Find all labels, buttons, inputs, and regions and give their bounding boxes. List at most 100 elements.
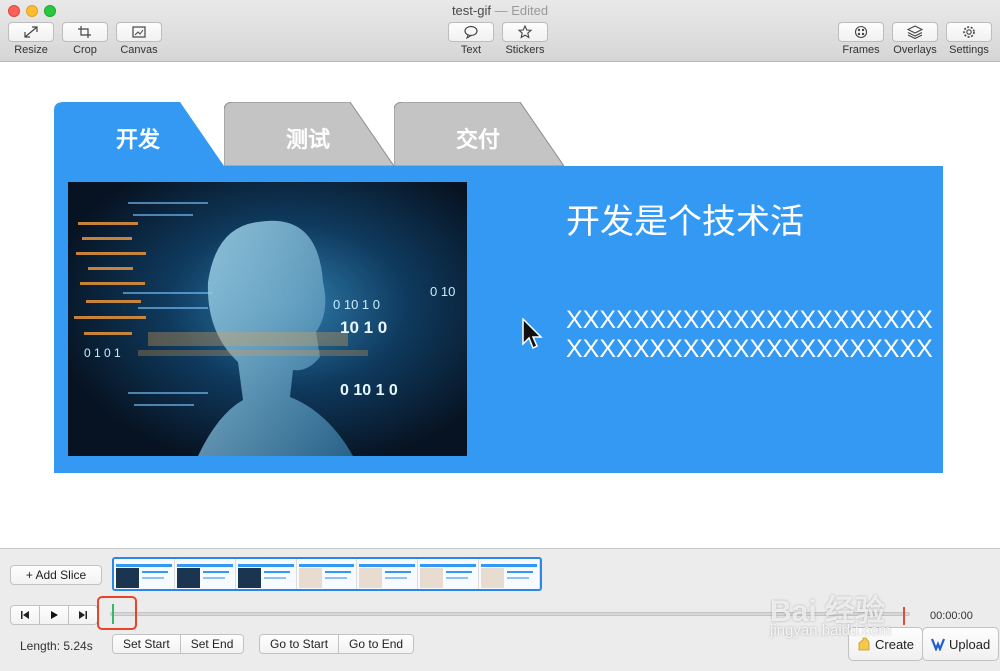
thumb-tab-bar xyxy=(298,564,355,567)
text-button[interactable] xyxy=(448,22,494,42)
layers-icon xyxy=(907,25,923,39)
overlays-button[interactable] xyxy=(892,22,938,42)
document-status: Edited xyxy=(511,3,549,18)
frame-thumbnail[interactable] xyxy=(174,559,236,589)
settings-tool[interactable]: Settings xyxy=(945,22,993,56)
stickers-tool[interactable]: Stickers xyxy=(501,22,549,56)
thumb-text xyxy=(263,571,290,573)
crop-label: Crop xyxy=(73,44,97,56)
thumb-text xyxy=(202,571,229,573)
skip-back-icon xyxy=(21,611,29,619)
thumb-image xyxy=(116,568,139,588)
skip-forward-icon xyxy=(79,611,87,619)
tab-label: 交付 xyxy=(455,128,500,153)
end-marker[interactable] xyxy=(903,607,905,625)
upload-button[interactable]: Upload xyxy=(922,627,1000,661)
text-label: Text xyxy=(460,44,482,56)
frame-thumbnail[interactable] xyxy=(235,559,297,589)
slide-body-text: XXXXXXXXXXXXXXXXXXXXXXXXXXXXXXXXXXXXXXXX… xyxy=(566,306,933,363)
document-name: test-gif xyxy=(451,3,491,18)
thumb-tab-bar xyxy=(420,564,477,567)
go-to-end-button[interactable]: Go to End xyxy=(338,635,414,653)
mouse-pointer-icon xyxy=(522,318,543,350)
thumb-text xyxy=(263,577,286,579)
resize-tool[interactable]: Resize xyxy=(7,22,55,56)
playhead-highlight-box xyxy=(97,596,137,630)
thumb-text xyxy=(446,577,469,579)
thumb-image xyxy=(420,568,444,588)
gear-icon xyxy=(963,26,975,38)
thumb-text xyxy=(385,571,412,573)
create-hand-icon xyxy=(858,637,870,651)
settings-button[interactable] xyxy=(946,22,992,42)
frame-filmstrip[interactable] xyxy=(112,557,542,591)
ai-head-photo: 0 10 1 0 0 10 10 1 0 0 1 0 1 0 10 1 0 xyxy=(68,182,467,456)
next-frame-button[interactable] xyxy=(68,605,98,625)
binary-digits: 10 1 0 xyxy=(340,318,388,337)
thumb-text xyxy=(324,577,347,579)
gif-canvas[interactable]: 开发 测试 交付 0 10 1 0 0 10 10 1 0 0 1 0 1 0 … xyxy=(0,62,1000,548)
set-start-button[interactable]: Set Start xyxy=(113,635,180,653)
frame-thumbnail[interactable] xyxy=(114,559,175,589)
frames-tool[interactable]: Frames xyxy=(837,22,885,56)
set-end-button[interactable]: Set End xyxy=(179,635,244,653)
crop-tool[interactable]: Crop xyxy=(61,22,109,56)
thumb-tab-bar xyxy=(176,564,233,567)
play-icon xyxy=(51,611,58,619)
go-to-start-button[interactable]: Go to Start xyxy=(260,635,339,653)
thumb-image xyxy=(298,568,322,588)
upload-label: Upload xyxy=(949,636,991,652)
slide-title: 开发是个技术活 xyxy=(566,202,804,242)
thumb-text xyxy=(507,577,530,579)
settings-label: Settings xyxy=(949,44,989,56)
canvas-button[interactable] xyxy=(116,22,162,42)
thumb-tab-bar xyxy=(481,564,538,567)
thumb-image xyxy=(481,568,505,588)
crop-button[interactable] xyxy=(62,22,108,42)
length-label: Length: 5.24s xyxy=(20,639,93,653)
canvas-tool[interactable]: Canvas xyxy=(115,22,163,56)
thumb-text xyxy=(385,577,408,579)
resize-icon xyxy=(24,26,38,38)
thumb-image xyxy=(237,568,261,588)
frame-thumbnail[interactable] xyxy=(479,559,540,589)
canvas-label: Canvas xyxy=(120,44,158,56)
frame-thumbnail[interactable] xyxy=(357,559,419,589)
go-to-buttons: Go to Start Go to End xyxy=(259,634,415,654)
stickers-button[interactable] xyxy=(502,22,548,42)
frames-icon xyxy=(854,25,868,39)
resize-button[interactable] xyxy=(8,22,54,42)
title-separator: — xyxy=(490,3,512,18)
binary-digits: 0 10 1 0 xyxy=(333,297,380,312)
add-slice-button[interactable]: + Add Slice xyxy=(10,565,102,585)
thumb-image xyxy=(359,568,383,588)
ai-head-illustration xyxy=(68,182,467,456)
window-title: test-gif — Edited xyxy=(0,3,1000,18)
frames-button[interactable] xyxy=(838,22,884,42)
crop-icon xyxy=(78,26,91,38)
thumb-tab-bar xyxy=(116,564,172,567)
binary-digits: 0 1 0 1 xyxy=(84,346,121,360)
thumb-text xyxy=(446,571,473,573)
stickers-label: Stickers xyxy=(505,44,545,56)
frame-thumbnail[interactable] xyxy=(296,559,358,589)
frames-label: Frames xyxy=(842,44,880,56)
tab-label: 开发 xyxy=(115,128,160,153)
thumb-text xyxy=(202,577,225,579)
frame-thumbnail[interactable] xyxy=(418,559,480,589)
thumb-image xyxy=(176,568,200,588)
set-range-buttons: Set Start Set End xyxy=(112,634,245,654)
speech-bubble-icon xyxy=(464,25,478,39)
canvas-icon xyxy=(132,26,146,38)
star-icon xyxy=(517,25,533,39)
slide-content-panel: 0 10 1 0 0 10 10 1 0 0 1 0 1 0 10 1 0 开发… xyxy=(54,166,943,473)
play-button[interactable] xyxy=(39,605,69,625)
previous-frame-button[interactable] xyxy=(10,605,40,625)
baidu-watermark-url: jingyan.baidu.com xyxy=(770,622,891,639)
resize-label: Resize xyxy=(14,44,48,56)
upload-logo-icon xyxy=(931,638,945,651)
overlays-tool[interactable]: Overlays xyxy=(891,22,939,56)
tab-label: 测试 xyxy=(285,128,330,153)
text-tool[interactable]: Text xyxy=(447,22,495,56)
thumb-tab-bar xyxy=(237,564,294,567)
